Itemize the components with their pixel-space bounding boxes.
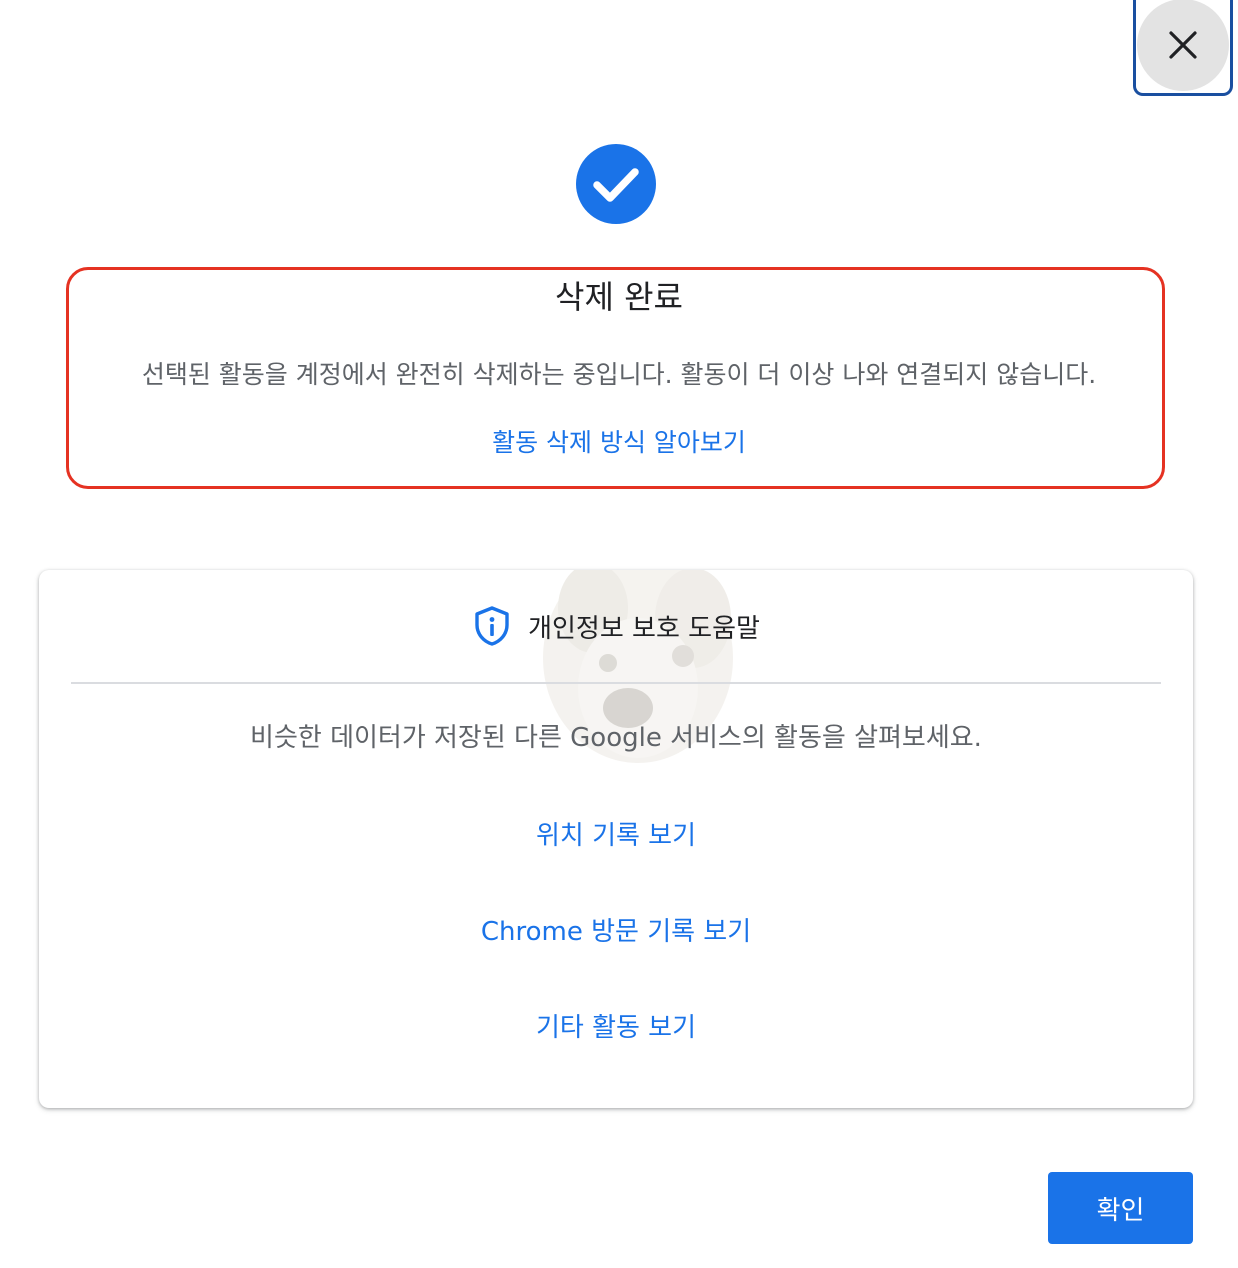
close-button-circle[interactable] [1137,0,1229,91]
confirm-button[interactable]: 확인 [1048,1172,1193,1244]
check-circle-icon [576,144,656,224]
chrome-history-link[interactable]: Chrome 방문 기록 보기 [39,911,1193,948]
shield-info-icon [475,606,509,646]
close-button[interactable] [1133,0,1233,96]
watermark-image [543,570,733,763]
card-description: 비슷한 데이터가 저장된 다른 Google 서비스의 활동을 살펴보세요. [250,723,982,753]
close-icon [1169,30,1197,59]
learn-more-link[interactable]: 활동 삭제 방식 알아보기 [0,423,1238,459]
location-history-link[interactable]: 위치 기록 보기 [39,815,1193,852]
privacy-tips-card: 개인정보 보호 도움말 비슷한 데이터가 저장된 다른 Google 서비스의 … [39,570,1193,1108]
dialog-title: 삭제 완료 [555,278,683,316]
card-heading: 개인정보 보호 도움말 [528,613,760,644]
dialog-description: 선택된 활동을 계정에서 완전히 삭제하는 중입니다. 활동이 더 이상 나와 … [141,360,1097,389]
other-activity-link[interactable]: 기타 활동 보기 [39,1007,1193,1044]
card-divider [71,682,1161,684]
card-header: 개인정보 보호 도움말 [39,604,1193,648]
